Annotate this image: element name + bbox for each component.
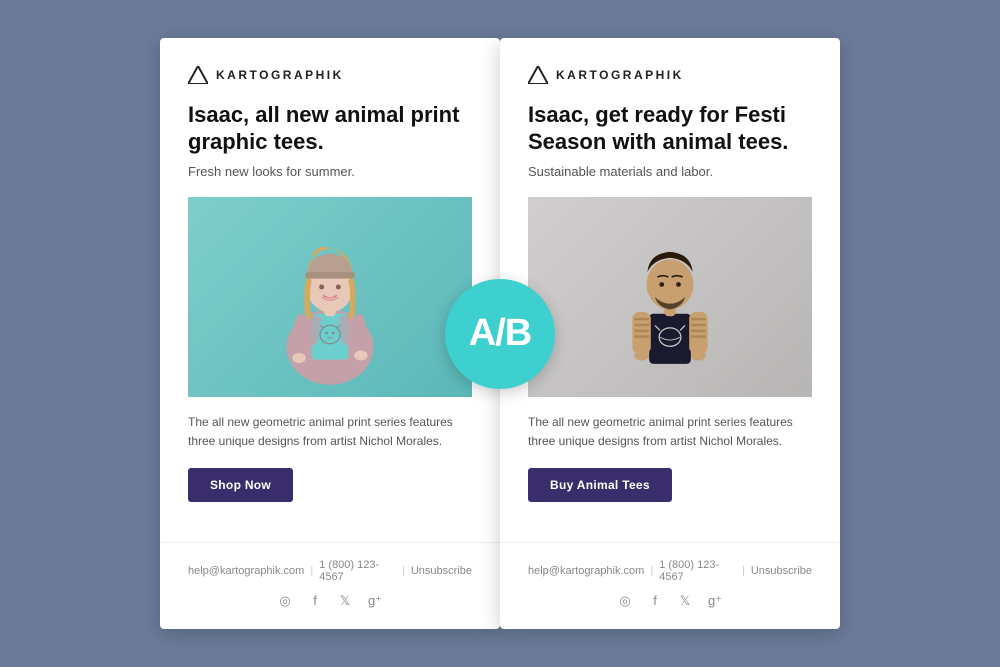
instagram-icon-a[interactable]: ◎ bbox=[277, 593, 293, 609]
brand-header-b: KARTOGRAPHIK bbox=[528, 66, 812, 84]
cards-container: KARTOGRAPHIK Isaac, all new animal print… bbox=[160, 38, 840, 628]
person-a-svg bbox=[188, 197, 472, 397]
social-icons-b: ◎ f 𝕏 g⁺ bbox=[528, 593, 812, 609]
googleplus-icon-b[interactable]: g⁺ bbox=[707, 593, 723, 609]
card-footer-b: help@kartographik.com | 1 (800) 123-4567… bbox=[500, 559, 840, 629]
logo-triangle-icon-a bbox=[188, 66, 208, 84]
facebook-icon-b[interactable]: f bbox=[647, 593, 663, 609]
subheadline-b: Sustainable materials and labor. bbox=[528, 163, 812, 181]
divider-a bbox=[160, 542, 500, 543]
ab-badge: A/B bbox=[445, 279, 555, 389]
card-footer-a: help@kartographik.com | 1 (800) 123-4567… bbox=[160, 559, 500, 629]
brand-header-a: KARTOGRAPHIK bbox=[188, 66, 472, 84]
footer-info-b: help@kartographik.com | 1 (800) 123-4567… bbox=[528, 559, 812, 583]
facebook-icon-a[interactable]: f bbox=[307, 593, 323, 609]
ab-badge-text: A/B bbox=[469, 312, 531, 355]
social-icons-a: ◎ f 𝕏 g⁺ bbox=[188, 593, 472, 609]
twitter-icon-b[interactable]: 𝕏 bbox=[677, 593, 693, 609]
headline-b: Isaac, get ready for Festi Season with a… bbox=[528, 102, 812, 155]
footer-info-a: help@kartographik.com | 1 (800) 123-4567… bbox=[188, 559, 472, 583]
card-a-inner: KARTOGRAPHIK Isaac, all new animal print… bbox=[160, 38, 500, 541]
footer-unsubscribe-b[interactable]: Unsubscribe bbox=[751, 565, 812, 577]
footer-phone-b[interactable]: 1 (800) 123-4567 bbox=[659, 559, 736, 583]
googleplus-icon-a[interactable]: g⁺ bbox=[367, 593, 383, 609]
brand-name-b: KARTOGRAPHIK bbox=[556, 68, 684, 82]
subheadline-a: Fresh new looks for summer. bbox=[188, 163, 472, 181]
twitter-icon-a[interactable]: 𝕏 bbox=[337, 593, 353, 609]
footer-email-b[interactable]: help@kartographik.com bbox=[528, 565, 644, 577]
footer-unsubscribe-a[interactable]: Unsubscribe bbox=[411, 565, 472, 577]
card-b-inner: KARTOGRAPHIK Isaac, get ready for Festi … bbox=[500, 38, 840, 541]
divider-b bbox=[500, 542, 840, 543]
logo-triangle-icon-b bbox=[528, 66, 548, 84]
footer-email-a[interactable]: help@kartographik.com bbox=[188, 565, 304, 577]
body-text-b: The all new geometric animal print serie… bbox=[528, 413, 812, 451]
shop-now-button[interactable]: Shop Now bbox=[188, 468, 293, 502]
buy-animal-tees-button[interactable]: Buy Animal Tees bbox=[528, 468, 672, 502]
body-text-a: The all new geometric animal print serie… bbox=[188, 413, 472, 451]
product-image-a bbox=[188, 197, 472, 397]
headline-a: Isaac, all new animal print graphic tees… bbox=[188, 102, 472, 155]
instagram-icon-b[interactable]: ◎ bbox=[617, 593, 633, 609]
person-b-svg bbox=[528, 197, 812, 397]
brand-name-a: KARTOGRAPHIK bbox=[216, 68, 344, 82]
page-wrapper: KARTOGRAPHIK Isaac, all new animal print… bbox=[0, 0, 1000, 667]
product-image-b bbox=[528, 197, 812, 397]
footer-phone-a[interactable]: 1 (800) 123-4567 bbox=[319, 559, 396, 583]
